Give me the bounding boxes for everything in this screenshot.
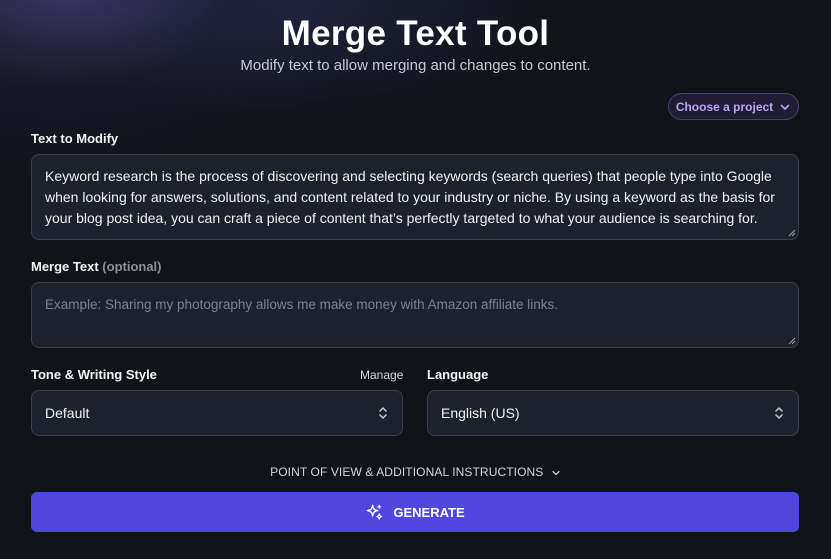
- optional-tag: (optional): [102, 259, 162, 274]
- resize-handle-icon[interactable]: [788, 229, 796, 237]
- merge-text-textarea[interactable]: Example: Sharing my photography allows m…: [31, 282, 799, 348]
- text-to-modify-textarea[interactable]: Keyword research is the process of disco…: [31, 154, 799, 240]
- resize-handle-icon[interactable]: [788, 337, 796, 345]
- tone-selected-value: Default: [45, 405, 90, 421]
- additional-instructions-label: POINT OF VIEW & ADDITIONAL INSTRUCTIONS: [270, 465, 544, 479]
- choose-project-button[interactable]: Choose a project: [668, 93, 799, 120]
- language-select[interactable]: English (US): [427, 390, 799, 436]
- tone-select[interactable]: Default: [31, 390, 403, 436]
- additional-instructions-toggle[interactable]: POINT OF VIEW & ADDITIONAL INSTRUCTIONS: [0, 465, 831, 479]
- chevron-up-down-icon: [379, 407, 387, 419]
- manage-tone-link[interactable]: Manage: [360, 368, 403, 382]
- page-subtitle: Modify text to allow merging and changes…: [240, 57, 591, 74]
- merge-text-label-text: Merge Text: [31, 259, 99, 274]
- chevron-up-down-icon: [775, 407, 783, 419]
- sparkles-icon: [367, 504, 383, 520]
- merge-text-label: Merge Text (optional): [31, 259, 162, 274]
- merge-text-tool-page: Merge Text Tool Modify text to allow mer…: [0, 0, 831, 559]
- text-to-modify-value: Keyword research is the process of disco…: [45, 168, 775, 226]
- generate-button[interactable]: GENERATE: [31, 492, 799, 532]
- chevron-down-icon: [552, 470, 560, 475]
- choose-project-label: Choose a project: [675, 99, 774, 114]
- chevron-down-icon: [780, 104, 790, 110]
- tone-label: Tone & Writing Style: [31, 367, 157, 382]
- language-label: Language: [427, 367, 489, 382]
- generate-label: GENERATE: [393, 504, 465, 520]
- language-selected-value: English (US): [441, 405, 520, 421]
- merge-text-placeholder: Example: Sharing my photography allows m…: [45, 297, 558, 312]
- text-to-modify-label: Text to Modify: [31, 131, 119, 146]
- page-title: Merge Text Tool: [281, 14, 550, 53]
